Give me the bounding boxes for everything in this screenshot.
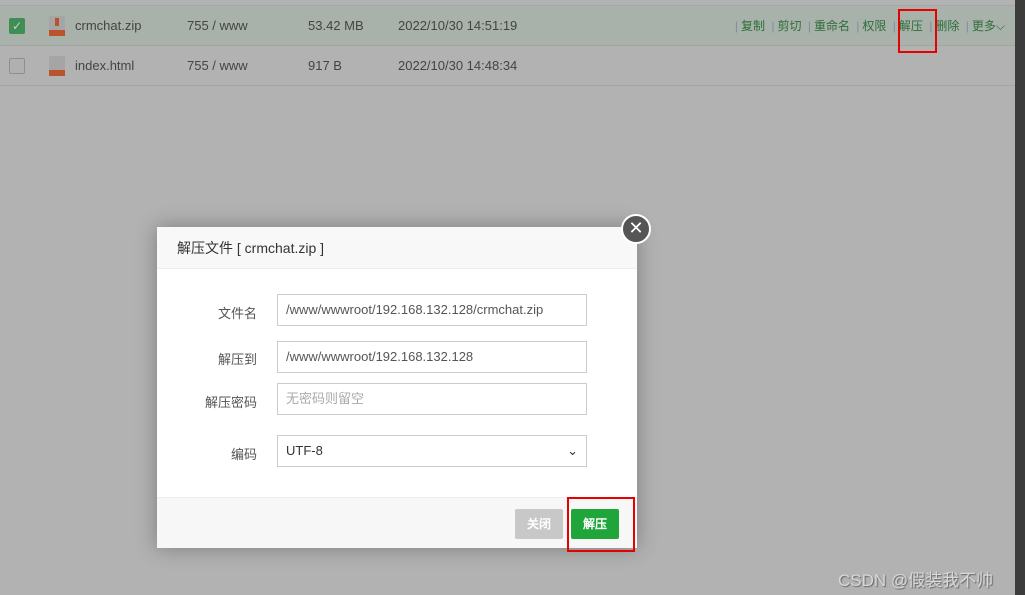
watermark: CSDN @假装我不帅: [838, 571, 994, 590]
zip-file-icon: [49, 15, 65, 36]
dialog-footer: 关闭 解压: [157, 497, 637, 548]
file-name[interactable]: crmchat.zip: [75, 18, 141, 33]
file-size: 53.42 MB: [308, 18, 364, 33]
chevron-down-icon: ⌵: [995, 19, 1005, 33]
row-checkbox[interactable]: [9, 57, 25, 74]
more-link[interactable]: 更多: [972, 19, 996, 33]
rename-link[interactable]: 重命名: [814, 19, 850, 33]
highlight-box: [567, 497, 635, 552]
encoding-value: UTF-8: [286, 443, 323, 458]
file-permission[interactable]: 755 / www: [187, 58, 248, 73]
delete-link[interactable]: 删除: [935, 19, 959, 33]
file-name[interactable]: index.html: [75, 58, 134, 73]
cut-link[interactable]: 剪切: [777, 19, 801, 33]
extract-dialog: 解压文件 [ crmchat.zip ] 文件名 /www/wwwroot/19…: [157, 227, 637, 548]
dialog-title: 解压文件 [ crmchat.zip ]: [157, 227, 637, 269]
copy-link[interactable]: 复制: [741, 19, 765, 33]
file-mtime: 2022/10/30 14:51:19: [398, 18, 518, 33]
row-checkbox[interactable]: ✓: [9, 17, 25, 34]
scrollbar[interactable]: [1015, 0, 1025, 595]
highlight-box: [898, 9, 937, 53]
encoding-label: 编码: [230, 447, 257, 462]
filename-input[interactable]: /www/wwwroot/192.168.132.128/crmchat.zip: [277, 294, 587, 326]
file-permission[interactable]: 755 / www: [187, 18, 248, 33]
chevron-down-icon: ⌄: [567, 443, 578, 458]
password-input[interactable]: 无密码则留空: [277, 383, 587, 415]
dest-label: 解压到: [217, 352, 257, 367]
close-icon[interactable]: ✕: [621, 214, 651, 244]
password-label: 解压密码: [204, 395, 257, 410]
row-actions: | 复制 | 剪切 | 重命名 | 权限 | 解压 | 删除 | 更多⌵: [734, 19, 1005, 33]
permission-link[interactable]: 权限: [862, 19, 886, 33]
table-row[interactable]: index.html 755 / www 917 B 2022/10/30 14…: [0, 46, 1015, 86]
table-row[interactable]: ✓ crmchat.zip 755 / www 53.42 MB 2022/10…: [0, 6, 1015, 46]
filename-label: 文件名: [217, 306, 257, 321]
close-button[interactable]: 关闭: [515, 509, 563, 539]
file-mtime: 2022/10/30 14:48:34: [398, 58, 518, 73]
file-size: 917 B: [308, 58, 342, 73]
dest-input[interactable]: /www/wwwroot/192.168.132.128: [277, 341, 587, 373]
encoding-select[interactable]: UTF-8 ⌄: [277, 435, 587, 467]
html-file-icon: [49, 55, 65, 76]
